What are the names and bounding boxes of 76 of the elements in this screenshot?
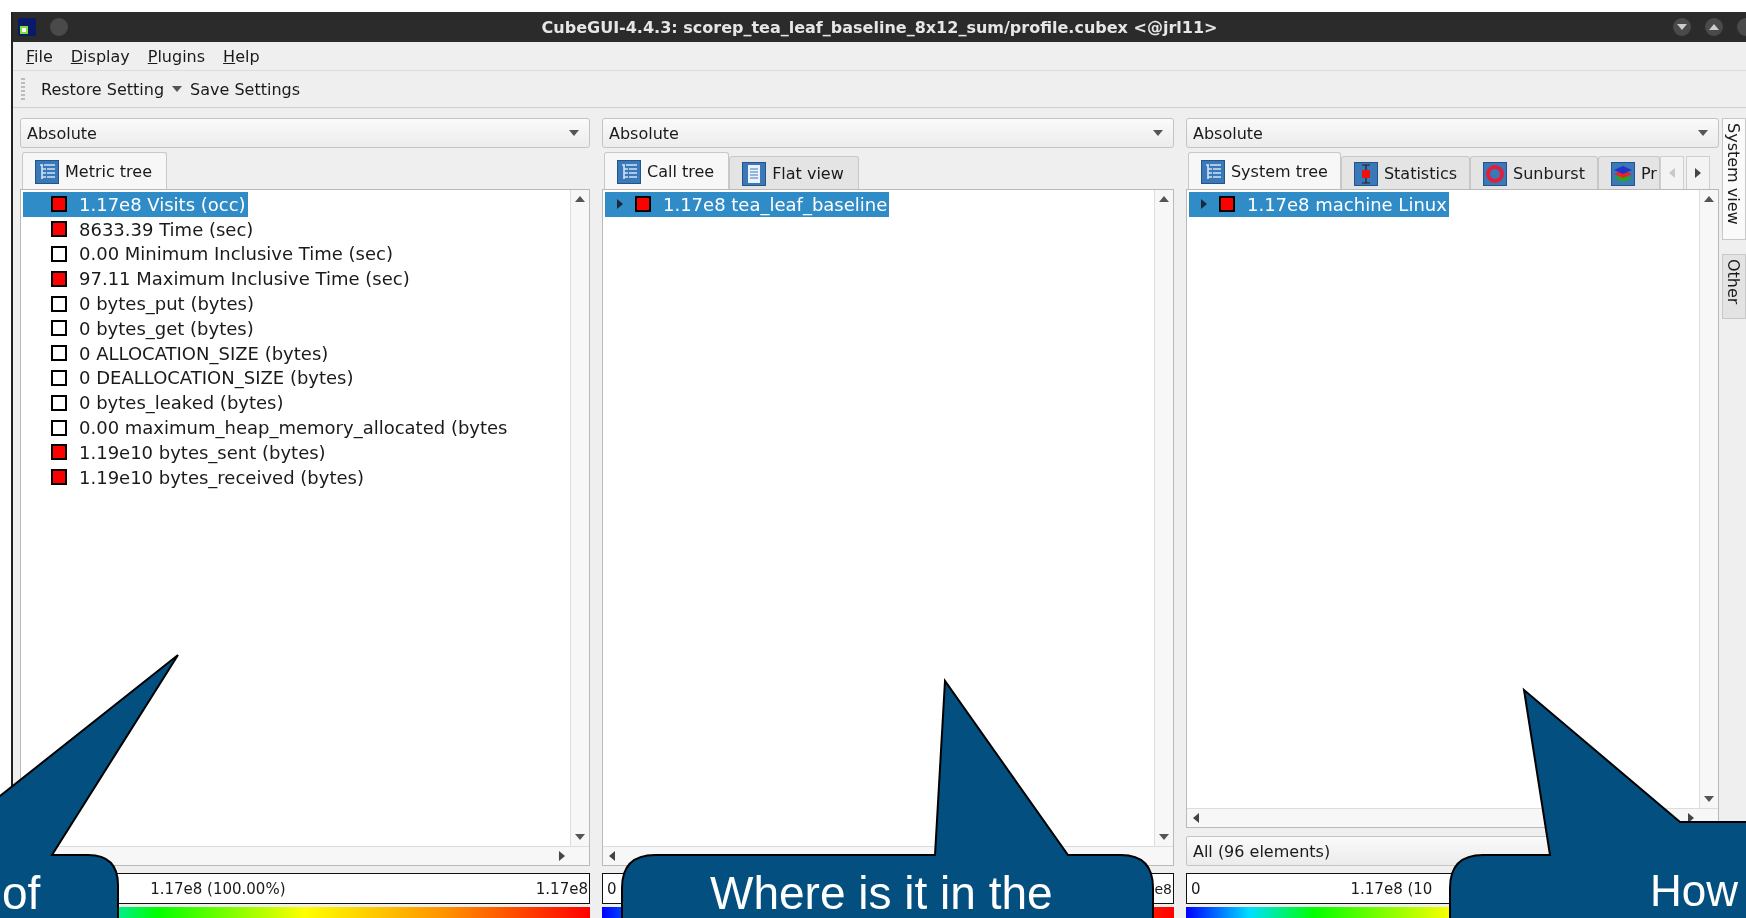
tree-icon xyxy=(617,159,641,184)
app-icon xyxy=(18,18,36,36)
callout-text: Where is it in the xyxy=(710,866,1053,918)
tab[interactable]: Pr xyxy=(1597,156,1660,190)
tree-icon xyxy=(35,159,59,184)
tree-item[interactable]: 0 bytes_leaked (bytes) xyxy=(23,390,286,416)
vertical-scrollbar[interactable] xyxy=(1699,190,1718,808)
side-tab[interactable]: Other xyxy=(1722,253,1746,320)
tree-item[interactable]: 97.11 Maximum Inclusive Time (sec) xyxy=(23,266,412,292)
scale-label: 0 xyxy=(607,879,617,898)
caret-down-icon xyxy=(1677,24,1687,30)
ring-icon xyxy=(1483,161,1508,186)
menu-item[interactable]: File xyxy=(26,46,53,66)
tree-item[interactable]: 1.17e8 Visits (occ) xyxy=(23,192,248,217)
scroll-left-icon[interactable] xyxy=(1192,813,1199,823)
scale-label: 1.17e8 (100.00%) xyxy=(150,879,286,898)
scroll-up-icon[interactable] xyxy=(1704,196,1714,202)
toolbar-button[interactable]: Restore Setting xyxy=(33,75,173,103)
scroll-down-icon[interactable] xyxy=(575,834,585,840)
menu-item[interactable]: Plugins xyxy=(147,46,206,66)
tree-item[interactable]: 1.17e8 tea_leaf_baseline xyxy=(605,192,890,217)
scroll-up-icon[interactable] xyxy=(575,196,585,202)
toolbar-button[interactable]: Save Settings xyxy=(182,75,309,103)
toolbar-grip xyxy=(21,78,25,100)
tree-item[interactable]: 1.17e8 machine Linux xyxy=(1188,192,1449,217)
vertical-scrollbar[interactable] xyxy=(570,190,589,846)
scroll-down-icon[interactable] xyxy=(1704,796,1714,802)
box-plot-icon xyxy=(1353,161,1378,186)
display-mode-dropdown[interactable]: Absolute xyxy=(602,118,1174,148)
dropdown-caret-icon xyxy=(569,130,579,136)
dropdown-caret-icon xyxy=(1152,130,1163,136)
tree-icon xyxy=(1200,159,1225,184)
tab[interactable]: Sunburst xyxy=(1470,156,1598,190)
scale-label: 0 xyxy=(1190,879,1201,898)
side-tab[interactable]: System view xyxy=(1722,118,1746,240)
scroll-left-icon[interactable] xyxy=(609,851,615,861)
dropdown-caret-icon xyxy=(1698,130,1708,136)
vertical-scrollbar[interactable] xyxy=(1153,190,1173,846)
scale-label: e8 xyxy=(1154,880,1172,897)
caret-left-icon xyxy=(1668,168,1675,178)
scale-label: 1.17e8 (10 xyxy=(1350,879,1433,898)
scale-label: 1.17e8 xyxy=(535,879,588,898)
menu-item[interactable]: Display xyxy=(70,46,130,66)
tree-item[interactable]: 0 ALLOCATION_SIZE (bytes) xyxy=(23,340,331,366)
tree-item[interactable]: 0.00 maximum_heap_memory_allocated (bytes xyxy=(23,415,510,440)
expand-arrow-icon[interactable] xyxy=(1200,199,1207,210)
tree-item[interactable]: 0 DEALLOCATION_SIZE (bytes) xyxy=(23,365,356,391)
maximize-button[interactable] xyxy=(1705,18,1723,36)
tree-item[interactable]: 1.19e10 bytes_sent (bytes) xyxy=(23,439,328,465)
tab[interactable]: Metric tree xyxy=(22,152,167,190)
scroll-up-icon[interactable] xyxy=(1158,196,1169,202)
window-title: CubeGUI-4.4.3: scorep_tea_leaf_baseline_8x12_sum/profile.cubex <@jrl11> xyxy=(541,17,1218,37)
scroll-right-button[interactable] xyxy=(1685,156,1710,190)
scroll-right-icon[interactable] xyxy=(559,851,565,861)
menu-item[interactable]: Help xyxy=(223,46,260,66)
expand-arrow-icon[interactable] xyxy=(617,199,623,210)
tab[interactable]: System tree xyxy=(1187,152,1341,190)
tree-item[interactable]: 1.19e10 bytes_received (bytes) xyxy=(23,464,366,490)
caret-right-icon xyxy=(1694,168,1701,178)
layers-icon xyxy=(1610,161,1635,186)
display-mode-dropdown[interactable]: Absolute xyxy=(20,118,590,148)
tree-item[interactable]: 0 bytes_put (bytes) xyxy=(23,291,256,316)
caret-up-icon xyxy=(1709,24,1719,30)
dropdown-caret-icon[interactable] xyxy=(172,86,183,92)
scroll-down-icon[interactable] xyxy=(1158,834,1169,840)
tab[interactable]: Statistics xyxy=(1340,156,1471,190)
tree-item[interactable]: 8633.39 Time (sec) xyxy=(23,216,256,242)
tree-item[interactable]: 0.00 Minimum Inclusive Time (sec) xyxy=(23,241,395,267)
document-icon xyxy=(742,161,767,186)
tree-item[interactable]: 0 bytes_get (bytes) xyxy=(23,316,256,341)
callout-text: How xyxy=(1650,866,1739,916)
tab[interactable]: Call tree xyxy=(604,152,730,190)
display-mode-dropdown[interactable]: Absolute xyxy=(1185,118,1719,148)
callout-text: of xyxy=(2,866,41,918)
minimize-button[interactable] xyxy=(1673,18,1691,36)
tab[interactable]: Flat view xyxy=(729,156,859,190)
